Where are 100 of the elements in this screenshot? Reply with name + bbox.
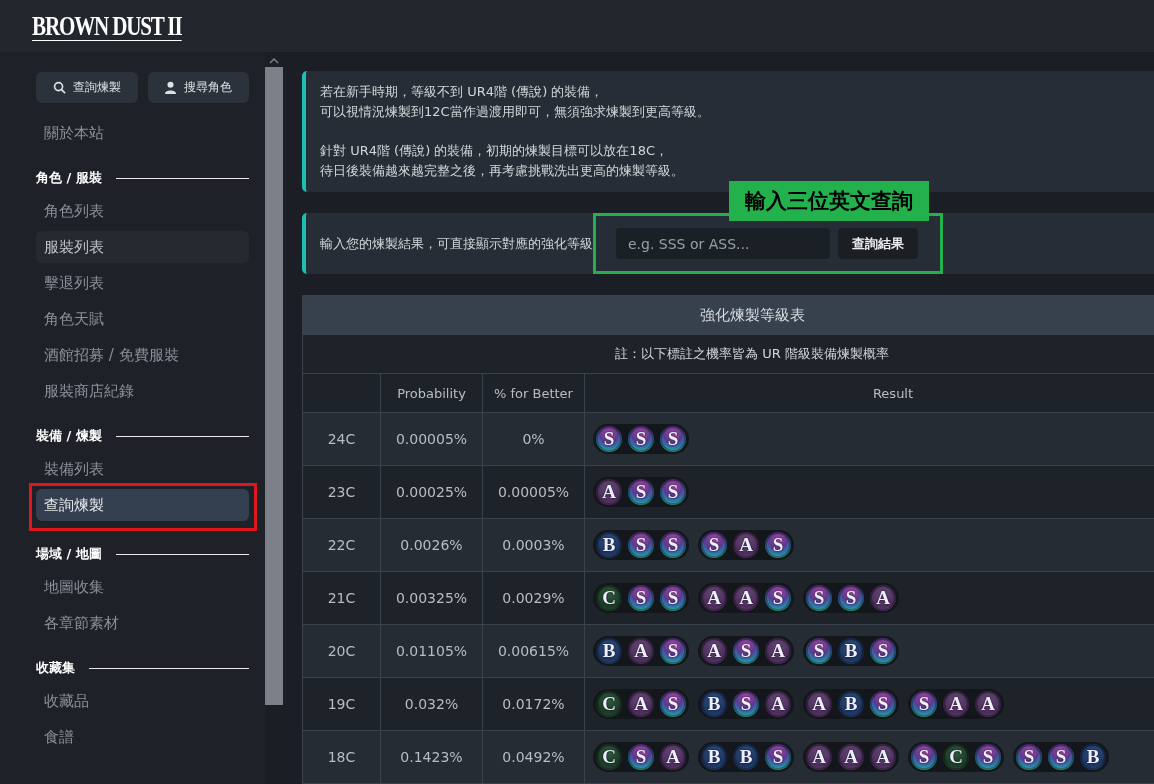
grade-gem: A: [806, 691, 832, 717]
grade-gem: S: [1048, 744, 1074, 770]
grade-gem: A: [628, 638, 654, 664]
grade-gem: A: [765, 691, 791, 717]
info-text: 若在新手時期，等級不到 UR4階 (傳說) 的裝備， 可以視情況煉製到12C當作過渡用即可，無須強求煉製到更高等級。: [320, 83, 711, 121]
table-title: 強化煉製等級表: [302, 295, 1154, 335]
sidebar-item[interactable]: 關於本站: [36, 117, 249, 149]
grade-gem: A: [943, 691, 969, 717]
table-cell: 0.01105%: [380, 624, 483, 678]
grade-gem: S: [765, 744, 791, 770]
sidebar-item[interactable]: 酒館招募 / 免費服裝: [36, 339, 249, 371]
table-cell: 23C: [302, 465, 381, 519]
grade-gem: B: [838, 638, 864, 664]
grade-gem: S: [628, 426, 654, 452]
grade-gem: B: [596, 638, 622, 664]
sidebar-item[interactable]: 食譜: [36, 721, 249, 753]
grade-gem: B: [838, 691, 864, 717]
table-cell: 0.00025%: [380, 465, 483, 519]
grade-gem: S: [660, 585, 686, 611]
grade-gem: S: [628, 532, 654, 558]
grade-gem: S: [628, 479, 654, 505]
sidebar-button[interactable]: 搜尋角色: [147, 72, 249, 103]
table-cell: 0.0003%: [482, 518, 585, 572]
grade-gem: S: [806, 585, 832, 611]
sidebar-item[interactable]: 服裝列表: [36, 231, 249, 263]
grade-gem: S: [660, 426, 686, 452]
table-cell: 18C: [302, 730, 381, 784]
grade-gem: S: [806, 638, 832, 664]
grade-gem: S: [765, 585, 791, 611]
sidebar-item[interactable]: 服裝商店紀錄: [36, 375, 249, 407]
scroll-up-icon[interactable]: [269, 57, 279, 65]
grade-gem: B: [596, 532, 622, 558]
table-cell: 22C: [302, 518, 381, 572]
grade-gem: A: [596, 479, 622, 505]
grade-gem: A: [870, 744, 896, 770]
sidebar-item[interactable]: 各章節素材: [36, 607, 249, 639]
query-button[interactable]: 查詢結果: [838, 228, 918, 259]
section-title: 裝備 / 煉製: [36, 427, 102, 445]
section-title: 角色 / 服裝: [36, 169, 102, 187]
grade-gem: S: [733, 638, 759, 664]
grade-gem: S: [911, 744, 937, 770]
table-cell: 20C: [302, 624, 381, 678]
grade-gem: A: [765, 638, 791, 664]
sidebar-item[interactable]: 角色列表: [36, 195, 249, 227]
table-cell: 0.0026%: [380, 518, 483, 572]
grade-gem: B: [733, 744, 759, 770]
grade-gem: S: [975, 744, 1001, 770]
info-text: 針對 UR4階 (傳說) 的裝備，初期的煉製目標可以放在18C， 待日後裝備越來越完整之後，再考慮挑戰洗出更高的煉製等級。: [320, 142, 685, 180]
sidebar-item[interactable]: 擊退列表: [36, 267, 249, 299]
table-cell: 0.0492%: [482, 730, 585, 784]
grade-gem: A: [701, 638, 727, 664]
annotation-label: 輸入三位英文查詢: [729, 181, 929, 221]
input-field[interactable]: e.g. SSS or ASS...: [616, 228, 830, 259]
grade-gem: A: [838, 744, 864, 770]
grade-gem: S: [660, 479, 686, 505]
table-cell: 0.032%: [380, 677, 483, 731]
table-cell: 19C: [302, 677, 381, 731]
grade-gem: S: [660, 532, 686, 558]
grade-gem: A: [733, 532, 759, 558]
search-icon: [52, 81, 66, 94]
logo[interactable]: BROWN DUST II: [32, 11, 182, 41]
table-cell: 0.00325%: [380, 571, 483, 625]
table-cell: 0.00005%: [380, 412, 483, 466]
grade-gem: B: [701, 744, 727, 770]
grade-gem: A: [701, 585, 727, 611]
grade-gem: A: [806, 744, 832, 770]
grade-gem: S: [765, 532, 791, 558]
grade-gem: C: [596, 585, 622, 611]
grade-gem: S: [628, 585, 654, 611]
scrollbar-thumb[interactable]: [265, 67, 283, 705]
grade-gem: S: [628, 744, 654, 770]
grade-gem: C: [596, 691, 622, 717]
query-label: 輸入您的煉製結果，可直接顯示對應的強化等級: [320, 234, 593, 253]
grade-gem: B: [1080, 744, 1106, 770]
grade-gem: A: [870, 585, 896, 611]
table-note: 註：以下標註之機率皆為 UR 階級裝備煉製概率: [302, 334, 1154, 374]
grade-gem: S: [838, 585, 864, 611]
grade-gem: S: [870, 691, 896, 717]
sidebar-item[interactable]: 角色天賦: [36, 303, 249, 335]
sidebar-item[interactable]: 裝備列表: [36, 453, 249, 485]
table-cell: 21C: [302, 571, 381, 625]
grade-gem: S: [660, 691, 686, 717]
grade-gem: S: [870, 638, 896, 664]
table-cell: 0.00005%: [482, 465, 585, 519]
section-title: 收藏集: [36, 659, 75, 677]
grade-gem: C: [596, 744, 622, 770]
grade-gem: A: [628, 691, 654, 717]
sidebar-item[interactable]: 查詢煉製: [36, 489, 249, 521]
grade-gem: S: [660, 638, 686, 664]
column-header: % for Better: [482, 373, 585, 413]
grade-gem: C: [943, 744, 969, 770]
table-cell: 0%: [482, 412, 585, 466]
grade-gem: A: [660, 744, 686, 770]
table-cell: 0.00615%: [482, 624, 585, 678]
section-title: 場域 / 地圖: [36, 545, 102, 563]
sidebar-item[interactable]: 收藏品: [36, 685, 249, 717]
sidebar-button[interactable]: 查詢煉製: [36, 72, 138, 103]
sidebar-item[interactable]: 地圖收集: [36, 571, 249, 603]
table-cell: 0.0029%: [482, 571, 585, 625]
person-icon: [164, 81, 178, 94]
